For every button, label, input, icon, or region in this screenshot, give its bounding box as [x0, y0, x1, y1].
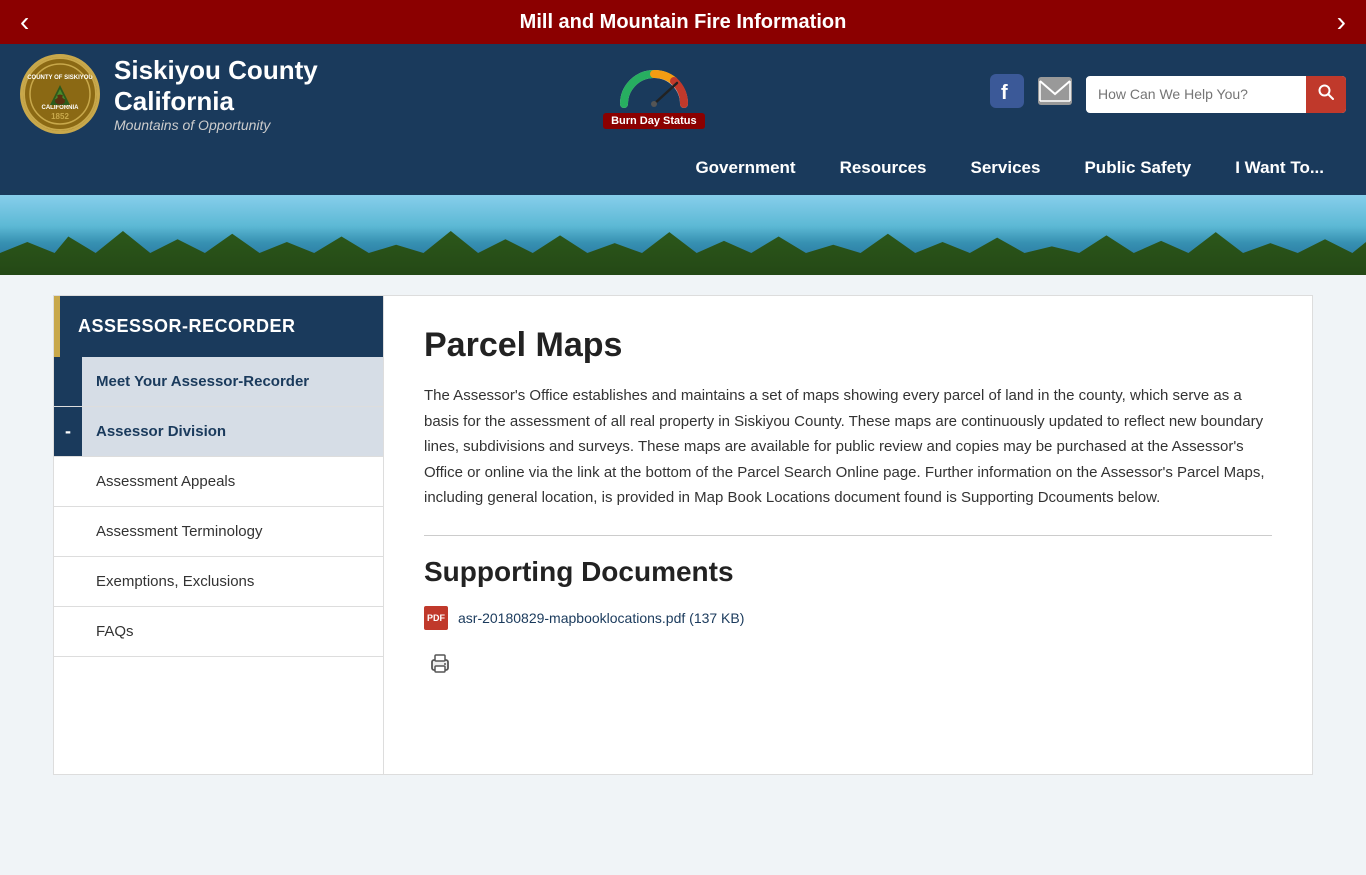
pdf-doc-link[interactable]: PDF asr-20180829-mapbooklocations.pdf (1…	[424, 606, 1272, 630]
forest-silhouette	[0, 220, 1366, 275]
sub-indent-4	[54, 607, 82, 656]
svg-text:1852: 1852	[51, 112, 69, 121]
alert-next-button[interactable]: ›	[1327, 6, 1356, 38]
print-button[interactable]	[428, 652, 452, 682]
facebook-link[interactable]: f	[990, 74, 1024, 114]
logo-area[interactable]: COUNTY OF SISKIYOU CALIFORNIA 1852 Siski…	[20, 54, 318, 134]
sidebar-sub-item-exemptions: Exemptions, Exclusions	[54, 557, 383, 607]
page-title: Parcel Maps	[424, 326, 1272, 365]
hero-strip	[0, 195, 1366, 275]
assessment-appeals-label[interactable]: Assessment Appeals	[82, 457, 383, 506]
search-icon	[1318, 84, 1334, 100]
sidebar-sub-item-faqs: FAQs	[54, 607, 383, 657]
sub-indent	[54, 457, 82, 506]
supporting-docs-title: Supporting Documents	[424, 556, 1272, 588]
alert-text: Mill and Mountain Fire Information	[39, 11, 1326, 34]
sidebar-item-assessor-division: - Assessor Division	[54, 407, 383, 457]
sidebar-item-meet-assessor: Meet Your Assessor-Recorder	[54, 357, 383, 407]
sidebar-header: ASSESSOR-RECORDER	[54, 296, 383, 357]
page-description: The Assessor's Office establishes and ma…	[424, 383, 1272, 511]
sub-indent-3	[54, 557, 82, 606]
site-header: COUNTY OF SISKIYOU CALIFORNIA 1852 Siski…	[0, 44, 1366, 144]
alert-banner: ‹ Mill and Mountain Fire Information ›	[0, 0, 1366, 44]
tagline: Mountains of Opportunity	[114, 117, 318, 133]
exemptions-label[interactable]: Exemptions, Exclusions	[82, 557, 383, 606]
page-content: ASSESSOR-RECORDER Meet Your Assessor-Rec…	[0, 275, 1366, 875]
header-center: Burn Day Status	[338, 59, 970, 129]
sidebar-sub-item-assessment-terminology: Assessment Terminology	[54, 507, 383, 557]
pdf-icon: PDF	[424, 606, 448, 630]
search-input[interactable]	[1086, 78, 1306, 110]
sidebar-sub-item-assessment-appeals: Assessment Appeals	[54, 457, 383, 507]
assessment-terminology-label[interactable]: Assessment Terminology	[82, 507, 383, 556]
sidebar: ASSESSOR-RECORDER Meet Your Assessor-Rec…	[54, 296, 384, 774]
header-right: f	[990, 74, 1346, 114]
nav-item-services[interactable]: Services	[949, 144, 1063, 195]
burn-gauge-icon	[619, 59, 689, 109]
meet-assessor-indicator[interactable]	[54, 357, 82, 406]
assessor-division-label[interactable]: Assessor Division	[82, 407, 383, 456]
site-title: Siskiyou CountyCalifornia Mountains of O…	[114, 55, 318, 133]
doc-filename: asr-20180829-mapbooklocations.pdf (137 K…	[458, 610, 744, 626]
content-divider	[424, 535, 1272, 536]
assessor-division-indicator[interactable]: -	[54, 407, 82, 456]
faqs-label[interactable]: FAQs	[82, 607, 383, 656]
svg-text:f: f	[1001, 82, 1008, 104]
burn-day-widget[interactable]: Burn Day Status	[603, 59, 705, 129]
svg-text:COUNTY OF SISKIYOU: COUNTY OF SISKIYOU	[27, 75, 93, 81]
alert-prev-button[interactable]: ‹	[10, 6, 39, 38]
county-seal: COUNTY OF SISKIYOU CALIFORNIA 1852	[20, 54, 100, 134]
print-icon	[428, 652, 452, 676]
content-wrapper: ASSESSOR-RECORDER Meet Your Assessor-Rec…	[53, 295, 1313, 775]
svg-text:CALIFORNIA: CALIFORNIA	[42, 105, 80, 111]
sub-indent-2	[54, 507, 82, 556]
nav-item-i-want-to[interactable]: I Want To...	[1213, 144, 1346, 195]
search-button[interactable]	[1306, 76, 1346, 113]
nav-item-government[interactable]: Government	[673, 144, 817, 195]
main-nav: Government Resources Services Public Saf…	[0, 144, 1366, 195]
burn-day-label: Burn Day Status	[603, 113, 705, 129]
nav-item-public-safety[interactable]: Public Safety	[1062, 144, 1213, 195]
meet-assessor-label[interactable]: Meet Your Assessor-Recorder	[82, 357, 383, 406]
main-content: Parcel Maps The Assessor's Office establ…	[384, 296, 1312, 774]
search-bar	[1086, 76, 1346, 113]
email-link[interactable]	[1038, 77, 1072, 111]
nav-item-resources[interactable]: Resources	[818, 144, 949, 195]
